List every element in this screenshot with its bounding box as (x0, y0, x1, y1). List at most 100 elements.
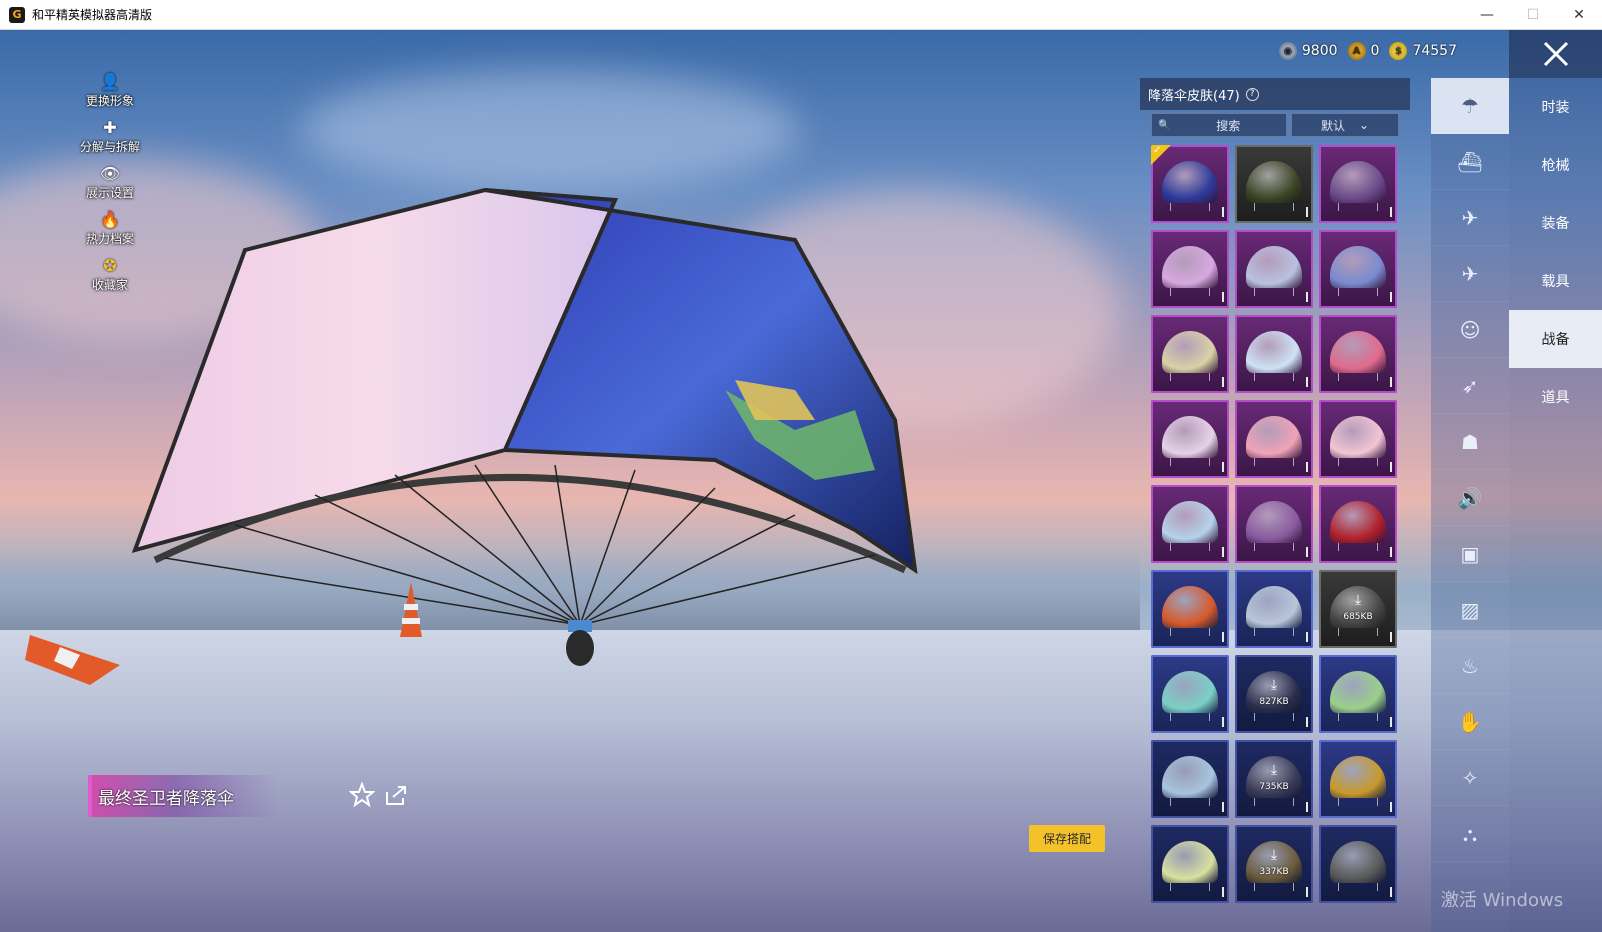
skin-item[interactable] (1235, 570, 1313, 648)
drone-icon[interactable]: ✈ (1431, 190, 1509, 246)
skin-grid: ✓ ⤓ 685KB ⤓ 827KB ⤓ 735KB ⤓ 337KB (1151, 145, 1401, 909)
skin-item[interactable] (1235, 145, 1313, 223)
speaker-icon[interactable]: 🔊 (1431, 470, 1509, 526)
left-menu: 👤 更换形象 ✚ 分解与拆解 👁 展示设置 🔥 热力档案 ✪ 收藏家 (75, 70, 145, 300)
skin-item[interactable] (1319, 315, 1397, 393)
parachute-thumbnail (1162, 756, 1218, 806)
glider-icon[interactable]: ⛴ (1431, 134, 1509, 190)
badge-icon[interactable]: ▣ (1431, 526, 1509, 582)
tab-vehicles[interactable]: 载具 (1509, 252, 1602, 310)
save-outfit-button[interactable]: 保存搭配 (1029, 825, 1105, 852)
skin-item[interactable] (1319, 145, 1397, 223)
skin-item[interactable] (1319, 485, 1397, 563)
parachute-thumbnail (1162, 841, 1218, 891)
parachute-icon[interactable]: ☂ (1431, 78, 1509, 134)
skin-item[interactable]: ✓ (1151, 145, 1229, 223)
rarity-bar (1390, 717, 1392, 727)
sort-label: 默认 (1320, 118, 1345, 133)
download-size: 337KB (1259, 867, 1289, 877)
skin-item[interactable] (1151, 570, 1229, 648)
skin-item[interactable] (1319, 400, 1397, 478)
collector-button[interactable]: ✪ 收藏家 (75, 254, 145, 300)
display-settings-button[interactable]: 👁 展示设置 (75, 162, 145, 208)
maximize-button[interactable]: ☐ (1510, 0, 1556, 30)
tab-battle-prep[interactable]: 战备 (1509, 310, 1602, 368)
skin-item[interactable] (1235, 315, 1313, 393)
heat-archive-button[interactable]: 🔥 热力档案 (75, 208, 145, 254)
game-viewport: 👤 更换形象 ✚ 分解与拆解 👁 展示设置 🔥 热力档案 ✪ 收藏家 ◉ 980… (0, 30, 1602, 932)
gesture-icon[interactable]: ✋ (1431, 694, 1509, 750)
spray-icon[interactable]: ♨ (1431, 638, 1509, 694)
landing-icon[interactable]: ⛬ (1431, 806, 1509, 862)
sparkle-icon[interactable]: ✧ (1431, 750, 1509, 806)
skin-item[interactable] (1319, 740, 1397, 818)
tab-fashion[interactable]: 时装 (1509, 78, 1602, 136)
skin-item[interactable] (1151, 485, 1229, 563)
photo-icon[interactable]: ▨ (1431, 582, 1509, 638)
window-close-button[interactable]: ✕ (1556, 0, 1602, 30)
skin-item[interactable] (1151, 315, 1229, 393)
share-icon[interactable] (381, 780, 411, 810)
parachute-thumbnail (1246, 501, 1302, 551)
skin-item[interactable]: ⤓ 337KB (1235, 825, 1313, 903)
parachute-thumbnail (1246, 246, 1302, 296)
skin-item[interactable] (1151, 825, 1229, 903)
skin-item[interactable] (1151, 230, 1229, 308)
skin-item[interactable] (1151, 740, 1229, 818)
search-input[interactable]: 🔍 搜索 (1151, 113, 1287, 137)
robot-icon[interactable]: ☗ (1431, 414, 1509, 470)
decompose-button[interactable]: ✚ 分解与拆解 (75, 116, 145, 162)
parachute-thumbnail (1246, 416, 1302, 466)
parachute-thumbnail (1330, 841, 1386, 891)
rarity-bar (1306, 377, 1308, 387)
skin-item[interactable] (1319, 230, 1397, 308)
gold-coin-icon: $ (1389, 42, 1408, 60)
favorite-star-icon[interactable] (347, 780, 377, 810)
rarity-bar (1306, 802, 1308, 812)
tab-weapons[interactable]: 枪械 (1509, 136, 1602, 194)
wing-icon[interactable]: ➶ (1431, 358, 1509, 414)
rarity-bar (1222, 802, 1224, 812)
coupon-currency: A 0 (1347, 42, 1379, 60)
sort-dropdown[interactable]: 默认 ⌄ (1291, 113, 1399, 137)
skin-item[interactable] (1235, 230, 1313, 308)
flame-icon: 🔥 (100, 209, 120, 229)
skin-item[interactable]: ⤓ 735KB (1235, 740, 1313, 818)
chevron-down-icon: ⌄ (1358, 118, 1370, 132)
change-appearance-button[interactable]: 👤 更换形象 (75, 70, 145, 116)
parachute-thumbnail (1330, 246, 1386, 296)
right-tab-bar: 时装 枪械 装备 载具 战备 道具 (1509, 30, 1602, 932)
search-placeholder: 搜索 (1216, 118, 1241, 133)
minimize-button[interactable]: — (1464, 0, 1510, 30)
skin-item[interactable]: ⤓ 827KB (1235, 655, 1313, 733)
skin-item[interactable] (1151, 400, 1229, 478)
rarity-bar (1222, 632, 1224, 642)
rarity-bar (1306, 717, 1308, 727)
rarity-bar (1390, 462, 1392, 472)
skin-item[interactable] (1319, 655, 1397, 733)
skin-item[interactable]: ⤓ 685KB (1319, 570, 1397, 648)
parachute-thumbnail (1162, 161, 1218, 211)
tab-items[interactable]: 道具 (1509, 368, 1602, 426)
silver-coin-icon: ◉ (1278, 42, 1297, 60)
parachute-thumbnail (1246, 161, 1302, 211)
download-size: 735KB (1259, 782, 1289, 792)
rarity-bar (1306, 547, 1308, 557)
rarity-bar (1222, 462, 1224, 472)
parachute-thumbnail (1246, 331, 1302, 381)
download-size: 685KB (1343, 612, 1373, 622)
tab-equipment[interactable]: 装备 (1509, 194, 1602, 252)
close-icon[interactable] (1509, 30, 1602, 78)
help-icon[interactable]: ? (1245, 87, 1259, 101)
skin-item[interactable] (1235, 485, 1313, 563)
skin-item[interactable] (1151, 655, 1229, 733)
skin-item[interactable] (1235, 400, 1313, 478)
display-settings-label: 展示设置 (85, 186, 134, 200)
window-title: 和平精英模拟器高清版 (32, 8, 153, 22)
plane-icon[interactable]: ✈ (1431, 246, 1509, 302)
rarity-bar (1222, 292, 1224, 302)
download-icon: ⤓ (1270, 762, 1278, 778)
search-icon: 🔍 (1158, 119, 1171, 131)
emote-icon[interactable]: ☺ (1431, 302, 1509, 358)
skin-item[interactable] (1319, 825, 1397, 903)
